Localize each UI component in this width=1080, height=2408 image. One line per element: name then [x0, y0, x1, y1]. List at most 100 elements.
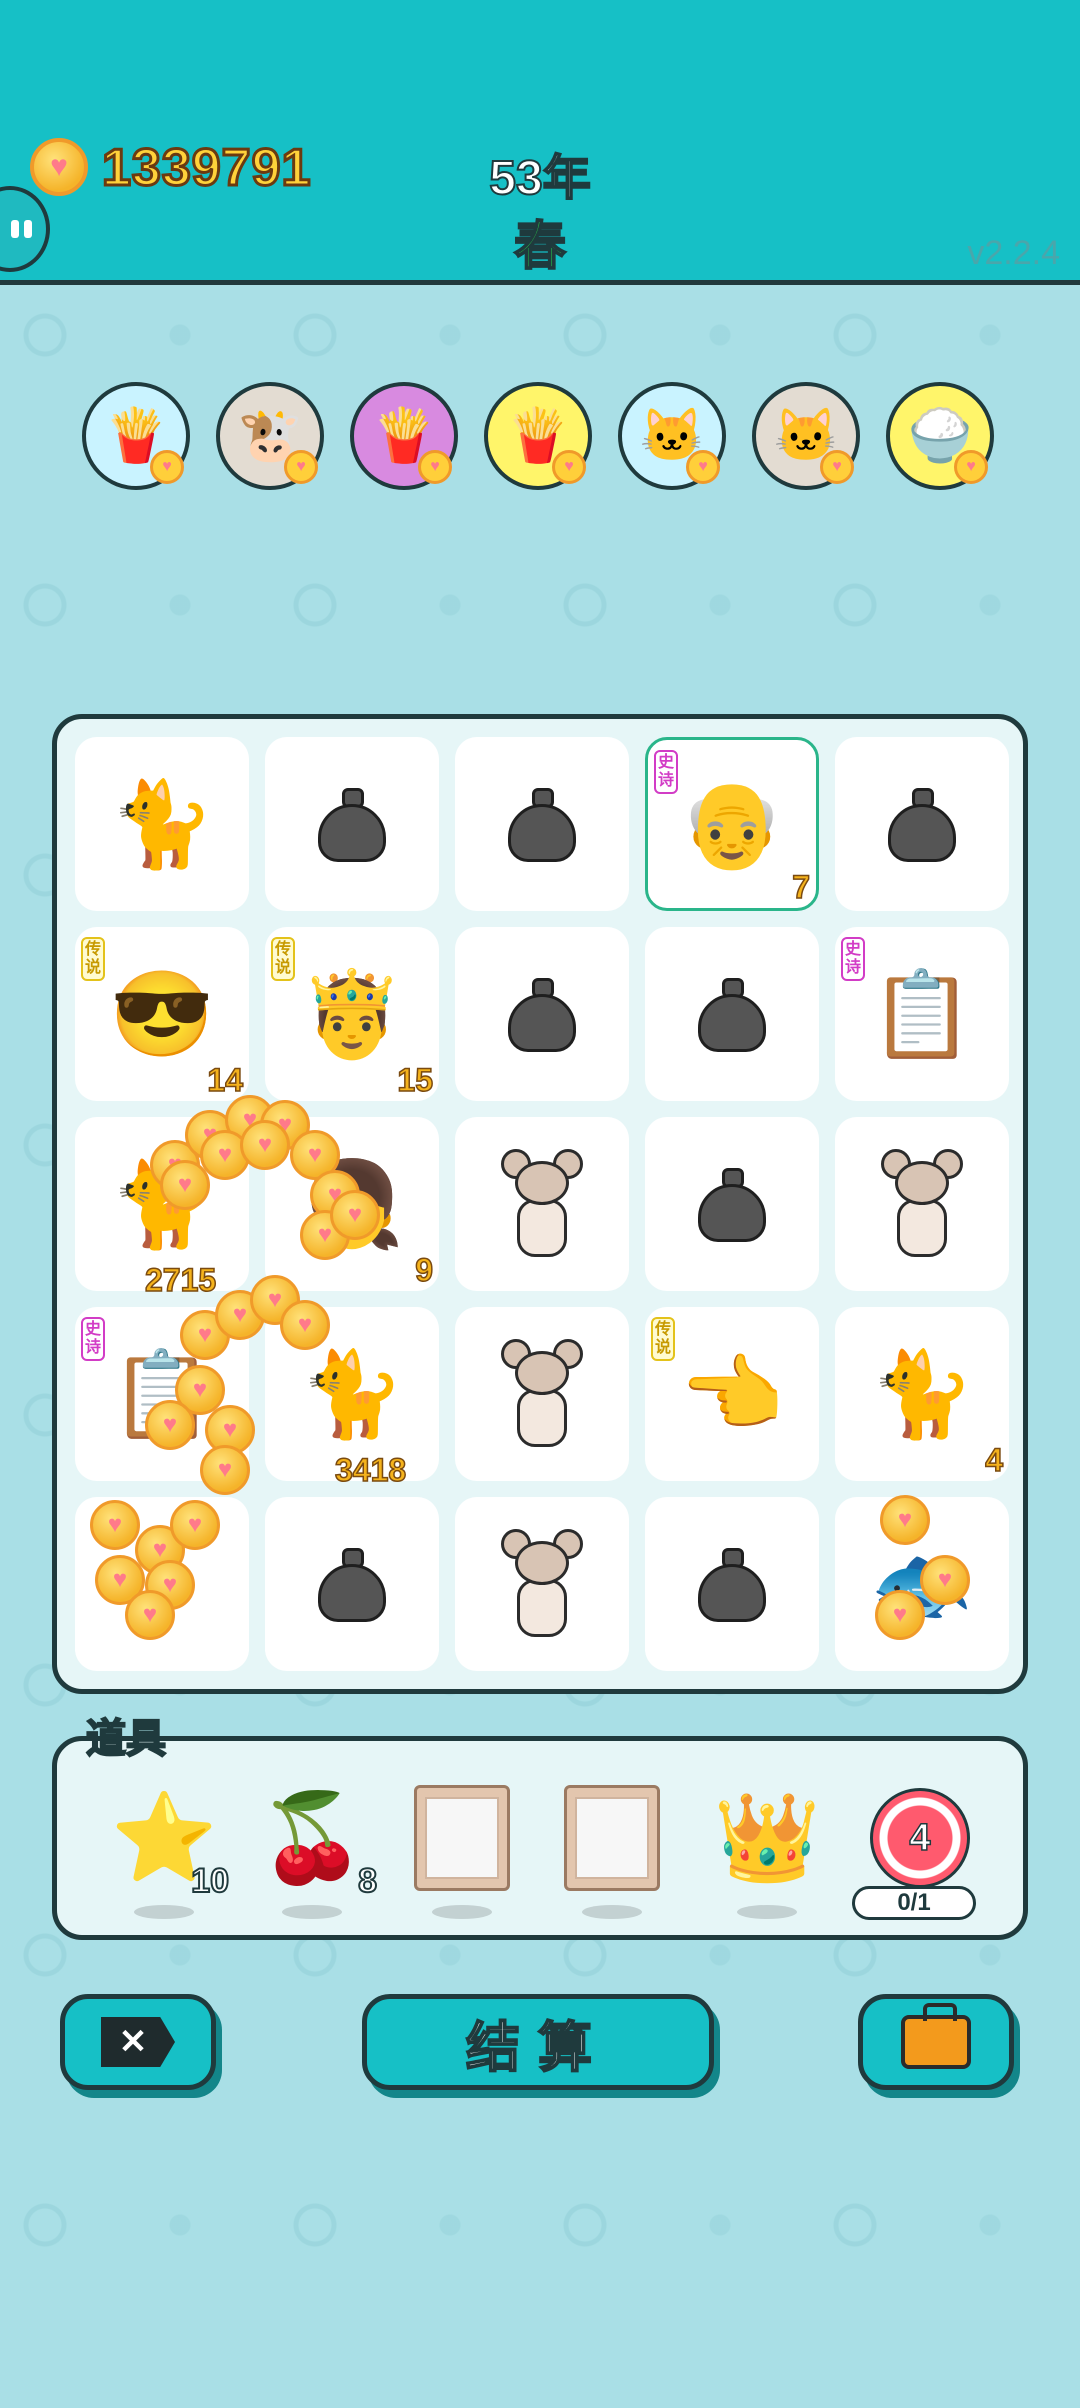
inventory-button[interactable]: [858, 1994, 1014, 2090]
board-cell[interactable]: [645, 1117, 819, 1291]
item-shadow: [134, 1905, 194, 1919]
mini-coin-icon: ♥: [686, 450, 720, 484]
items-title: 道具: [85, 1716, 167, 1762]
settle-button[interactable]: 结算: [362, 1994, 714, 2090]
upcoming-fries-icon[interactable]: 🍟 ♥: [82, 382, 190, 490]
garbage-bag-icon: [455, 737, 629, 911]
coin-icon: ♥: [90, 1500, 140, 1550]
coin-icon: [30, 138, 88, 196]
coin-count: 1339791: [100, 138, 312, 199]
exit-glyph: ✕: [118, 2023, 148, 2061]
pause-button[interactable]: [0, 186, 50, 272]
board-cell[interactable]: [455, 1497, 629, 1671]
cell-value: 9: [414, 1251, 433, 1289]
board-cell[interactable]: [835, 737, 1009, 911]
frame-icon: [414, 1785, 510, 1891]
rarity-tag: 传说: [651, 1317, 675, 1361]
upcoming-cows-icon[interactable]: 🐮 ♥: [216, 382, 324, 490]
cell-value: 2715: [144, 1261, 217, 1299]
mouse-icon: [455, 1497, 629, 1671]
coin-icon: ♥: [880, 1495, 930, 1545]
cat-icon: 🐈: [869, 1347, 975, 1441]
board-cell[interactable]: 🤴 传说 15: [265, 927, 439, 1101]
coin-icon: ♥: [280, 1300, 330, 1350]
board-cell[interactable]: [265, 737, 439, 911]
coin-icon: ♥: [240, 1120, 290, 1170]
cat-icon: 🐈: [109, 777, 215, 871]
cell-value: 7: [791, 868, 810, 906]
board-cell[interactable]: [455, 1117, 629, 1291]
board-cell[interactable]: 📋 史诗: [835, 927, 1009, 1101]
item-count: 10: [190, 1861, 230, 1901]
settle-label: 结算: [465, 2017, 610, 2079]
coin-icon: ♥: [170, 1500, 220, 1550]
item-crown[interactable]: 👑: [712, 1783, 822, 1919]
coin-icon: ♥: [875, 1590, 925, 1640]
board-cell[interactable]: 🐈 4: [835, 1307, 1009, 1481]
board-cell[interactable]: [455, 927, 629, 1101]
cell-value: 15: [397, 1061, 434, 1099]
garbage-bag-icon: [645, 1497, 819, 1671]
board-cell[interactable]: 😎 传说 14: [75, 927, 249, 1101]
board-cell[interactable]: 🐈: [75, 737, 249, 911]
coin-icon: ♥: [330, 1190, 380, 1240]
item-shadow: [737, 1905, 797, 1919]
upcoming-cats-icon[interactable]: 🐱 ♥: [752, 382, 860, 490]
mouse-icon: [835, 1117, 1009, 1291]
rarity-tag: 传说: [271, 937, 295, 981]
cell-value: 14: [207, 1061, 244, 1099]
upcoming-fries-icon[interactable]: 🍟 ♥: [350, 382, 458, 490]
garbage-bag-icon: [455, 927, 629, 1101]
rarity-tag: 史诗: [81, 1317, 105, 1361]
board-cell[interactable]: [455, 737, 629, 911]
garbage-bag-icon: [645, 927, 819, 1101]
cell-value: 3418: [334, 1451, 407, 1489]
coin-icon: ♥: [920, 1555, 970, 1605]
upcoming-fries-icon[interactable]: 🍟 ♥: [484, 382, 592, 490]
item-target[interactable]: 4: [865, 1783, 975, 1919]
upcoming-cat-icon[interactable]: 🐱 ♥: [618, 382, 726, 490]
board-cell[interactable]: [645, 1497, 819, 1671]
item-count: 8: [357, 1861, 378, 1901]
mini-coin-icon: ♥: [284, 450, 318, 484]
mini-coin-icon: ♥: [150, 450, 184, 484]
target-progress: 0/1: [852, 1886, 976, 1920]
pause-icon: [11, 220, 19, 238]
item-star[interactable]: ⭐ 10: [109, 1783, 230, 1919]
item-frame[interactable]: [407, 1783, 517, 1919]
item-frame[interactable]: [557, 1783, 667, 1919]
lychee-icon: 🍒: [258, 1790, 366, 1886]
coin-icon: ♥: [145, 1400, 195, 1450]
board-cell[interactable]: 👴 史诗 7: [645, 737, 819, 911]
item-shadow: [432, 1905, 492, 1919]
exit-button[interactable]: ✕: [60, 1994, 216, 2090]
item-shadow: [582, 1905, 642, 1919]
crown-icon: 👑: [713, 1790, 821, 1886]
mini-coin-icon: ♥: [954, 450, 988, 484]
mini-coin-icon: ♥: [552, 450, 586, 484]
rarity-tag: 史诗: [841, 937, 865, 981]
item-shadow: [282, 1905, 342, 1919]
coin-icon: ♥: [200, 1445, 250, 1495]
year-label: 53年: [488, 151, 591, 206]
target-icon: 4: [870, 1788, 970, 1888]
upcoming-symbols: 🍟 ♥ 🐮 ♥ 🍟 ♥ 🍟 ♥ 🐱 ♥ 🐱 ♥ 🍚 ♥: [82, 382, 1002, 494]
rarity-tag: 传说: [81, 937, 105, 981]
board-cell[interactable]: [265, 1497, 439, 1671]
garbage-bag-icon: [835, 737, 1009, 911]
coin-icon: ♥: [125, 1590, 175, 1640]
garbage-bag-icon: [645, 1117, 819, 1291]
mouse-icon: [455, 1117, 629, 1291]
briefcase-icon: [901, 2003, 971, 2069]
board-cell[interactable]: [835, 1117, 1009, 1291]
item-lychee[interactable]: 🍒 8: [257, 1783, 378, 1919]
cell-value: 4: [984, 1441, 1003, 1479]
board-cell[interactable]: 👈 传说: [645, 1307, 819, 1481]
version-label: v2.2.4: [967, 234, 1060, 272]
pause-icon-bar: [24, 220, 32, 238]
upcoming-rice-icon[interactable]: 🍚 ♥: [886, 382, 994, 490]
frame-icon: [564, 1785, 660, 1891]
board-cell[interactable]: [645, 927, 819, 1101]
board-cell[interactable]: [455, 1307, 629, 1481]
exit-icon: ✕: [101, 2017, 175, 2067]
